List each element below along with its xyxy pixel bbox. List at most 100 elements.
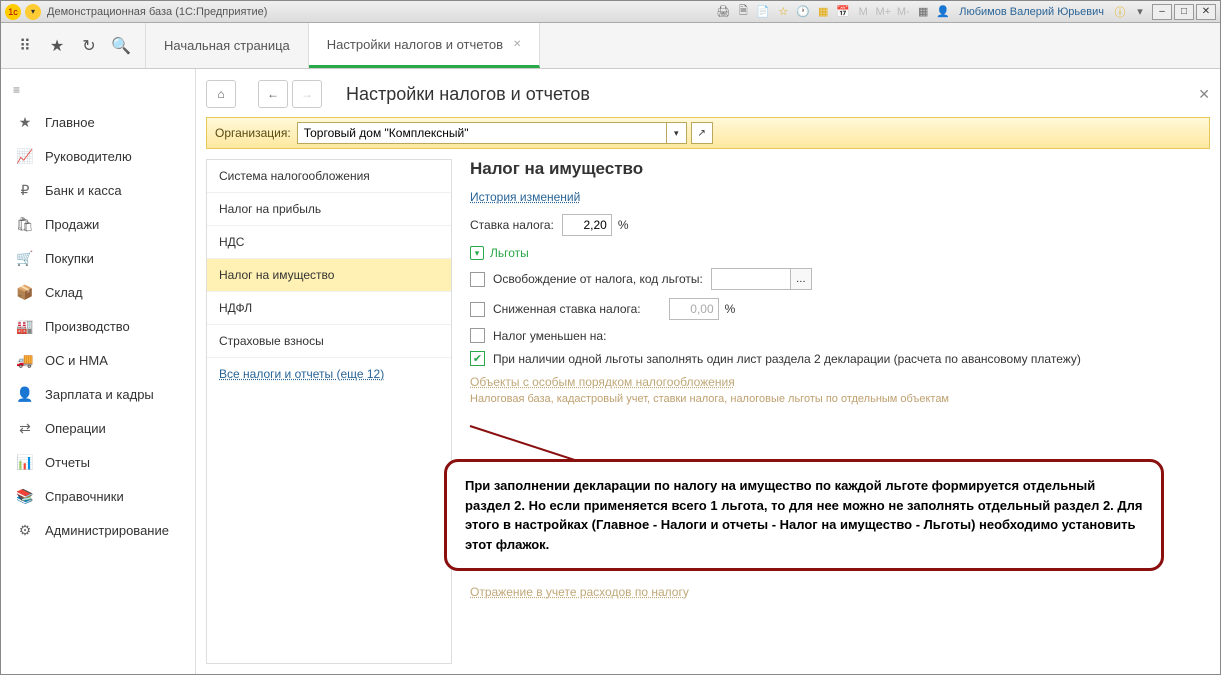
exempt-checkbox[interactable] — [470, 272, 485, 287]
sidebar-item-sales[interactable]: 🛍Продажи — [1, 207, 195, 241]
sidebar-item-hr[interactable]: 👤Зарплата и кадры — [1, 377, 195, 411]
tb-mplus-button[interactable]: M+ — [874, 4, 892, 20]
single-benefit-label: При наличии одной льготы заполнять один … — [493, 352, 1081, 366]
detail-heading: Налог на имущество — [470, 159, 1210, 179]
rate-label: Ставка налога: — [470, 218, 554, 232]
single-benefit-checkbox[interactable] — [470, 351, 485, 366]
exchange-icon: ⇄ — [15, 420, 35, 437]
organization-open-button[interactable]: ↗ — [691, 122, 713, 144]
reduced-rate-input[interactable] — [669, 298, 719, 320]
apps-grid-icon[interactable]: ⠿ — [11, 32, 39, 60]
reduced-rate-label: Сниженная ставка налога: — [493, 302, 641, 316]
forward-button[interactable]: → — [292, 80, 322, 108]
chevron-down-icon: ▾ — [470, 246, 484, 260]
page-close-button[interactable]: ✕ — [1198, 86, 1210, 103]
sidebar-item-references[interactable]: 📚Справочники — [1, 479, 195, 513]
cat-ndfl[interactable]: НДФЛ — [207, 292, 451, 325]
organization-dropdown-button[interactable]: ▾ — [667, 122, 687, 144]
user-icon: 👤 — [934, 4, 952, 20]
sidebar-item-main[interactable]: ★Главное — [1, 105, 195, 139]
minimize-button[interactable]: – — [1152, 4, 1172, 20]
organization-label: Организация: — [215, 126, 291, 140]
sidebar-item-assets[interactable]: 🚚ОС и НМА — [1, 343, 195, 377]
rate-unit: % — [618, 218, 629, 232]
home-button[interactable]: ⌂ — [206, 80, 236, 108]
sidebar-item-admin[interactable]: ⚙Администрирование — [1, 513, 195, 547]
search-icon[interactable]: 🔍 — [107, 32, 135, 60]
cat-vat[interactable]: НДС — [207, 226, 451, 259]
chart-icon: 📈 — [15, 148, 35, 165]
organization-bar: Организация: ▾ ↗ — [206, 117, 1210, 149]
cart-icon: 🛒 — [15, 250, 35, 267]
tabbar: ⠿ ★ ↻ 🔍 Начальная страница Настройки нал… — [1, 23, 1220, 69]
tb-star-icon[interactable]: ☆ — [774, 4, 792, 20]
sidebar-item-purchases[interactable]: 🛒Покупки — [1, 241, 195, 275]
callout-box: При заполнении декларации по налогу на и… — [444, 459, 1164, 571]
titlebar: 1c ▾ Демонстрационная база (1С:Предприят… — [1, 1, 1220, 23]
back-button[interactable]: ← — [258, 80, 288, 108]
cat-insurance[interactable]: Страховые взносы — [207, 325, 451, 358]
sidebar-item-manager[interactable]: 📈Руководителю — [1, 139, 195, 173]
books-icon: 📚 — [15, 488, 35, 505]
special-objects-link[interactable]: Объекты с особым порядком налогообложени… — [470, 375, 735, 389]
cat-property-tax[interactable]: Налог на имущество — [207, 259, 451, 292]
tab-label: Начальная страница — [164, 38, 290, 53]
tb-m-button[interactable]: M — [854, 4, 872, 20]
person-icon: 👤 — [15, 386, 35, 403]
tb-apps-icon[interactable]: ▦ — [914, 4, 932, 20]
info-icon[interactable]: ⓘ — [1111, 4, 1129, 20]
nav-spacer — [240, 80, 246, 108]
expense-link[interactable]: Отражение в учете расходов по налогу — [470, 585, 1210, 599]
tab-home[interactable]: Начальная страница — [146, 23, 309, 68]
sidebar-item-production[interactable]: 🏭Производство — [1, 309, 195, 343]
reduced-rate-checkbox[interactable] — [470, 302, 485, 317]
sidebar-item-bank[interactable]: ₽Банк и касса — [1, 173, 195, 207]
tax-reduced-checkbox[interactable] — [470, 328, 485, 343]
exempt-picker-button[interactable]: … — [790, 268, 812, 290]
organization-input[interactable] — [297, 122, 667, 144]
app-icon: 1c — [5, 4, 21, 20]
page-header: ⌂ ← → Настройки налогов и отчетов ✕ — [206, 77, 1210, 111]
star-icon: ★ — [15, 114, 35, 131]
sidebar-item-reports[interactable]: 📊Отчеты — [1, 445, 195, 479]
detail-panel: Налог на имущество История изменений Ста… — [452, 159, 1210, 664]
user-name[interactable]: Любимов Валерий Юрьевич — [959, 6, 1104, 18]
sidebar-toggle[interactable]: ≡ — [1, 75, 195, 105]
cat-tax-system[interactable]: Система налогообложения — [207, 160, 451, 193]
tb-print-icon[interactable]: 🖨 — [714, 4, 732, 20]
cat-profit-tax[interactable]: Налог на прибыль — [207, 193, 451, 226]
sidebar: ≡ ★Главное 📈Руководителю ₽Банк и касса 🛍… — [1, 69, 196, 674]
app-menu-dropdown[interactable]: ▾ — [25, 4, 41, 20]
rate-input[interactable] — [562, 214, 612, 236]
tb-copy-icon[interactable]: 📄 — [754, 4, 772, 20]
tb-doc-icon[interactable]: 🗎 — [734, 4, 752, 20]
maximize-button[interactable]: □ — [1174, 4, 1194, 20]
exempt-label: Освобождение от налога, код льготы: — [493, 272, 703, 286]
tb-mminus-button[interactable]: M- — [894, 4, 912, 20]
all-taxes-link[interactable]: Все налоги и отчеты (еще 12) — [207, 358, 451, 390]
special-objects-hint: Налоговая база, кадастровый учет, ставки… — [470, 393, 1210, 405]
sidebar-item-warehouse[interactable]: 📦Склад — [1, 275, 195, 309]
window-title: Демонстрационная база (1С:Предприятие) — [47, 6, 267, 18]
tb-calendar-icon[interactable]: 📅 — [834, 4, 852, 20]
box-icon: 📦 — [15, 284, 35, 301]
app-window: 1c ▾ Демонстрационная база (1С:Предприят… — [0, 0, 1221, 675]
tb-calc-icon[interactable]: ▦ — [814, 4, 832, 20]
favorites-icon[interactable]: ★ — [43, 32, 71, 60]
tab-tax-settings[interactable]: Настройки налогов и отчетов ✕ — [309, 23, 541, 68]
sidebar-item-operations[interactable]: ⇄Операции — [1, 411, 195, 445]
tb-clock-icon[interactable]: 🕐 — [794, 4, 812, 20]
dropdown-icon[interactable]: ▾ — [1131, 4, 1149, 20]
tab-label: Настройки налогов и отчетов — [327, 37, 503, 52]
benefits-section-toggle[interactable]: ▾ Льготы — [470, 246, 1210, 260]
history-icon[interactable]: ↻ — [75, 32, 103, 60]
history-link[interactable]: История изменений — [470, 190, 580, 204]
truck-icon: 🚚 — [15, 352, 35, 369]
category-list: Система налогообложения Налог на прибыль… — [206, 159, 452, 664]
page-title: Настройки налогов и отчетов — [346, 84, 590, 105]
main-content: ⌂ ← → Настройки налогов и отчетов ✕ Орга… — [196, 69, 1220, 674]
close-button[interactable]: ✕ — [1196, 4, 1216, 20]
exempt-code-input[interactable] — [711, 268, 791, 290]
tax-reduced-label: Налог уменьшен на: — [493, 329, 606, 343]
tab-close-icon[interactable]: ✕ — [513, 39, 521, 50]
